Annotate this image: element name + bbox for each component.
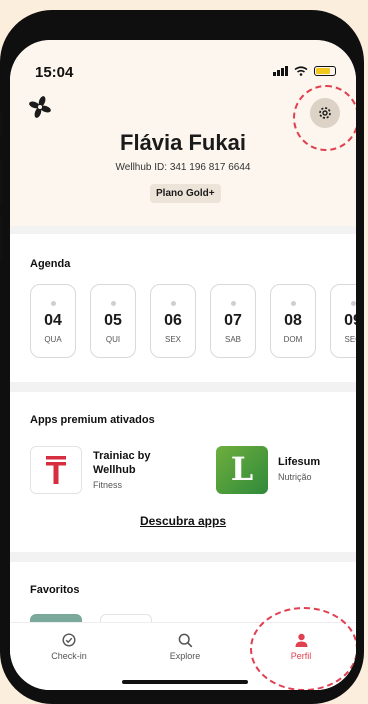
day-of-week: DOM: [283, 335, 303, 344]
side-button: [0, 216, 3, 262]
tab-label: Check-in: [51, 651, 87, 661]
dot-indicator: [350, 301, 356, 306]
favorites-title: Favoritos: [30, 584, 80, 596]
apps-title: Apps premium ativados: [30, 414, 155, 426]
lifesum-app-tile[interactable]: L: [216, 446, 268, 494]
profile-name: Flávia Fukai: [120, 130, 246, 155]
day-of-week: QUA: [44, 335, 62, 344]
status-time: 15:04: [35, 64, 74, 81]
dot-indicator: [230, 301, 236, 306]
discover-apps-link[interactable]: Descubra apps: [10, 514, 356, 528]
day-of-week: QUI: [105, 335, 121, 344]
trainiac-app-tile[interactable]: [30, 446, 82, 494]
agenda-day[interactable]: 08 DOM: [270, 284, 316, 358]
day-of-week: SEX: [164, 335, 181, 344]
agenda-day[interactable]: 07 SAB: [210, 284, 256, 358]
day-number: 04: [44, 312, 62, 329]
battery-icon: [314, 66, 336, 76]
tab-check-in[interactable]: Check-in: [24, 633, 114, 661]
highlight-ring: [250, 607, 356, 690]
wellhub-logo-icon: [29, 96, 51, 118]
plan-badge: Plano Gold+: [150, 184, 221, 203]
tab-explore[interactable]: Explore: [140, 633, 230, 661]
app-name[interactable]: Trainiac by Wellhub: [93, 449, 193, 477]
day-number: 09: [344, 312, 356, 329]
home-indicator: [122, 680, 248, 684]
search-icon: [178, 633, 192, 648]
agenda-day[interactable]: 04 QUA: [30, 284, 76, 358]
day-of-week: SAB: [224, 335, 241, 344]
dot-indicator: [110, 301, 116, 306]
side-button: [0, 160, 3, 206]
app-screen: 15:04 Flávia Fukai Wellhub ID: 341 196 8…: [10, 40, 356, 690]
day-number: 05: [104, 312, 122, 329]
lifesum-logo-icon: L: [230, 450, 254, 488]
day-of-week: SEG: [344, 335, 356, 344]
agenda-day[interactable]: 06 SEX: [150, 284, 196, 358]
wifi-icon: [294, 66, 308, 76]
check-circle-icon: [62, 633, 76, 647]
phone-frame: 15:04 Flávia Fukai Wellhub ID: 341 196 8…: [0, 10, 364, 704]
status-icons: [273, 66, 336, 76]
agenda-day[interactable]: 05 QUI: [90, 284, 136, 358]
tab-label: Explore: [169, 651, 201, 661]
trainiac-logo-icon: [46, 456, 66, 484]
day-number: 08: [284, 312, 302, 329]
wellhub-id: Wellhub ID: 341 196 817 6644: [115, 162, 251, 173]
agenda-day[interactable]: 09 SEG: [330, 284, 356, 358]
agenda-title: Agenda: [30, 258, 71, 270]
signal-icon: [273, 66, 288, 76]
app-category: Fitness: [93, 480, 123, 490]
dot-indicator: [290, 301, 296, 306]
side-button: [0, 110, 3, 136]
profile-header: 15:04 Flávia Fukai Wellhub ID: 341 196 8…: [10, 40, 356, 226]
dot-indicator: [50, 301, 56, 306]
app-name[interactable]: Lifesum: [278, 455, 320, 469]
app-category: Nutrição: [278, 472, 312, 482]
day-number: 07: [224, 312, 242, 329]
dot-indicator: [170, 301, 176, 306]
day-number: 06: [164, 312, 182, 329]
